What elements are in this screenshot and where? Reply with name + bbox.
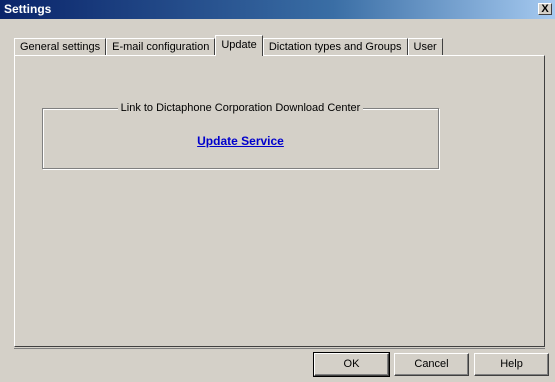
update-service-link[interactable]: Update Service bbox=[43, 134, 438, 148]
footer-divider bbox=[14, 348, 545, 349]
group-title: Link to Dictaphone Corporation Download … bbox=[117, 102, 364, 114]
window-title: Settings bbox=[4, 2, 52, 16]
cancel-button[interactable]: Cancel bbox=[394, 353, 469, 376]
close-icon[interactable]: X bbox=[538, 3, 552, 15]
title-bar[interactable]: Settings X bbox=[0, 0, 555, 19]
ok-button[interactable]: OK bbox=[313, 352, 390, 377]
tab-email-configuration[interactable]: E-mail configuration bbox=[106, 38, 216, 56]
tab-update[interactable]: Update bbox=[215, 35, 263, 56]
download-center-group: Link to Dictaphone Corporation Download … bbox=[42, 102, 439, 169]
update-tab-panel: Link to Dictaphone Corporation Download … bbox=[14, 55, 545, 347]
settings-dialog: Settings X General settings E-mail confi… bbox=[0, 0, 555, 382]
tab-general-settings[interactable]: General settings bbox=[14, 38, 107, 56]
tab-strip: General settings E-mail configuration Up… bbox=[14, 35, 443, 56]
tab-user[interactable]: User bbox=[407, 38, 443, 56]
tab-dictation-types-and-groups[interactable]: Dictation types and Groups bbox=[262, 38, 408, 56]
help-button[interactable]: Help bbox=[474, 353, 549, 376]
